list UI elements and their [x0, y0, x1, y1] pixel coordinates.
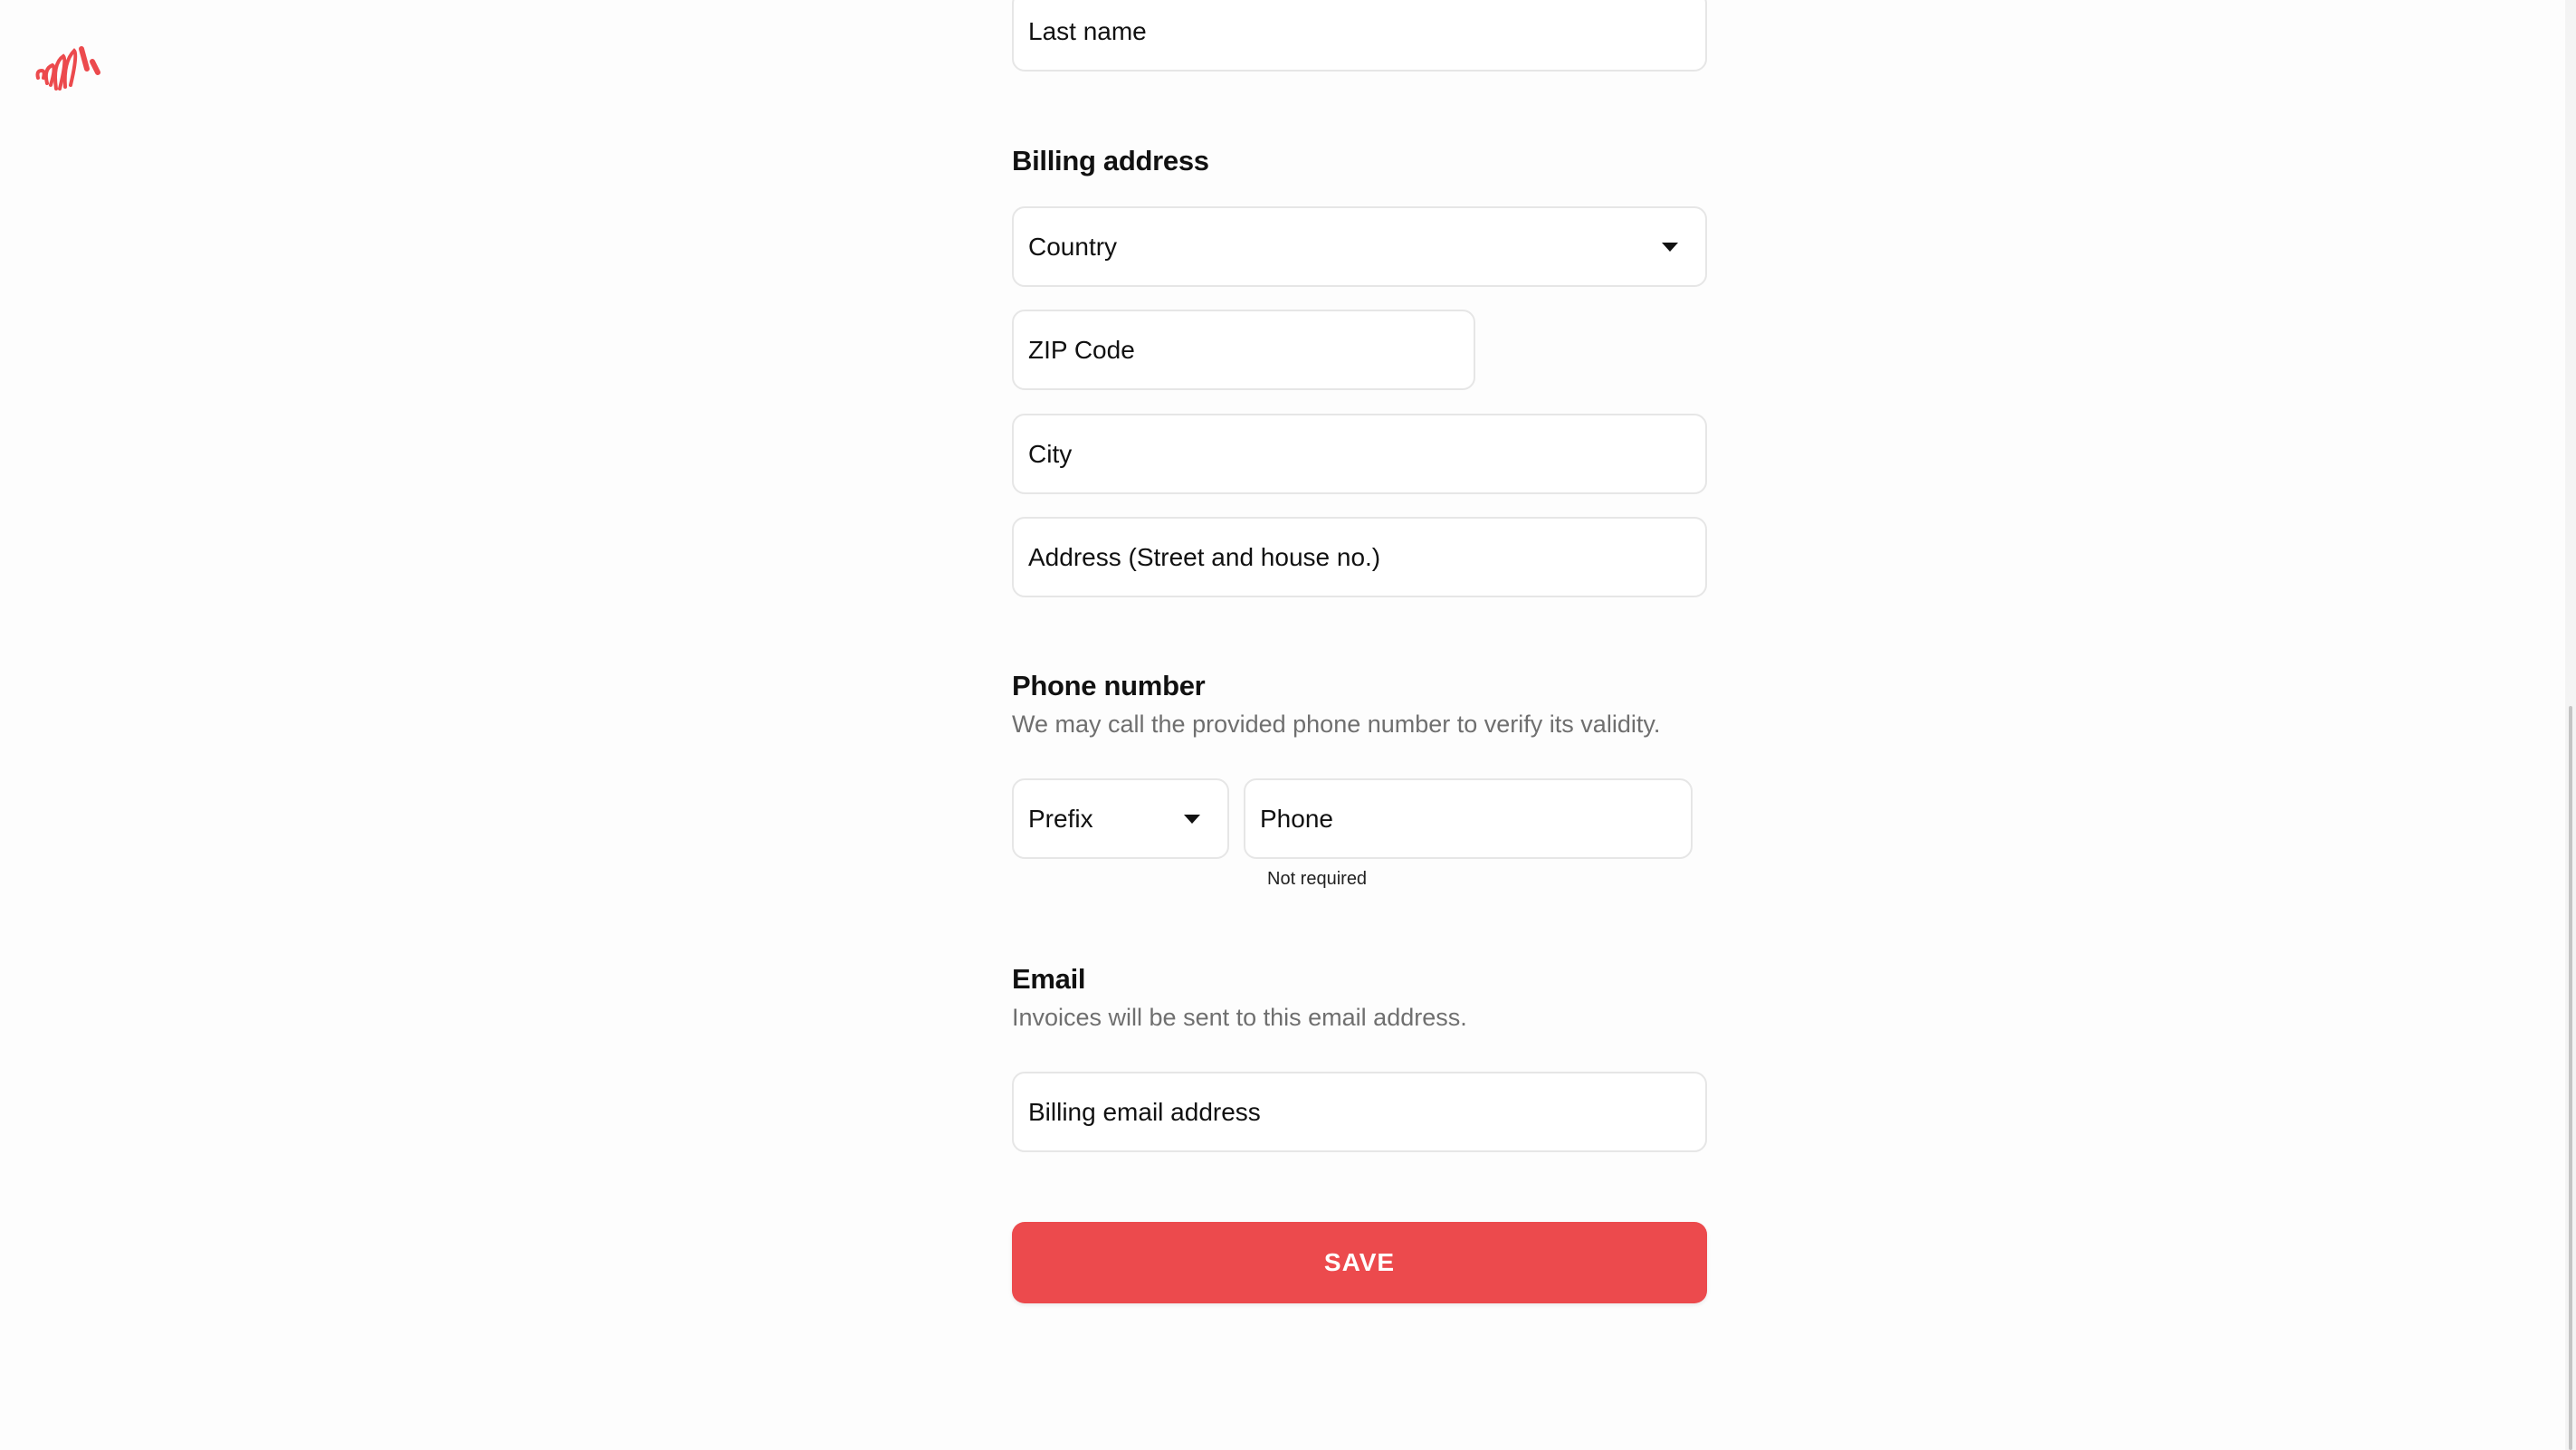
prefix-placeholder: Prefix	[1028, 804, 1093, 833]
zip-code-input[interactable]: ZIP Code	[1012, 310, 1475, 390]
phone-number-title: Phone number	[1012, 670, 1206, 701]
logo-bar-1	[79, 46, 90, 72]
email-title: Email	[1012, 963, 1086, 995]
scrollbar-thumb[interactable]	[2569, 706, 2572, 1450]
billing-form-page: Last name Billing address Country ZIP Co…	[0, 0, 2576, 1450]
address-placeholder: Address (Street and house no.)	[1028, 542, 1381, 571]
billing-email-input[interactable]: Billing email address	[1012, 1072, 1707, 1152]
last-name-input[interactable]: Last name	[1012, 0, 1707, 72]
phone-number-description: We may call the provided phone number to…	[1012, 711, 1661, 738]
caret-down-icon	[1184, 814, 1200, 824]
zip-code-placeholder: ZIP Code	[1028, 335, 1135, 364]
phone-not-required-hint: Not required	[1267, 869, 1368, 889]
country-select[interactable]: Country	[1012, 206, 1707, 287]
logo-stroke-2	[43, 62, 56, 87]
email-description: Invoices will be sent to this email addr…	[1012, 1004, 1467, 1031]
last-name-placeholder: Last name	[1028, 16, 1147, 45]
phone-prefix-select[interactable]: Prefix	[1012, 778, 1229, 859]
phone-placeholder: Phone	[1260, 804, 1333, 833]
logo-stroke-3	[53, 53, 67, 91]
logo-bar-2	[90, 59, 100, 75]
caret-down-icon	[1662, 242, 1678, 252]
save-button[interactable]: SAVE	[1012, 1222, 1707, 1303]
logo-stroke-1	[35, 68, 46, 80]
city-placeholder: City	[1028, 439, 1073, 468]
phone-input[interactable]: Phone	[1244, 778, 1693, 859]
page-scrollbar[interactable]	[2565, 0, 2576, 1450]
address-input[interactable]: Address (Street and house no.)	[1012, 517, 1707, 597]
billing-address-title: Billing address	[1012, 145, 1209, 176]
brand-logo[interactable]	[34, 43, 107, 98]
city-input[interactable]: City	[1012, 414, 1707, 494]
country-placeholder: Country	[1028, 232, 1118, 261]
billing-email-placeholder: Billing email address	[1028, 1097, 1261, 1126]
logo-stroke-4	[62, 48, 78, 89]
